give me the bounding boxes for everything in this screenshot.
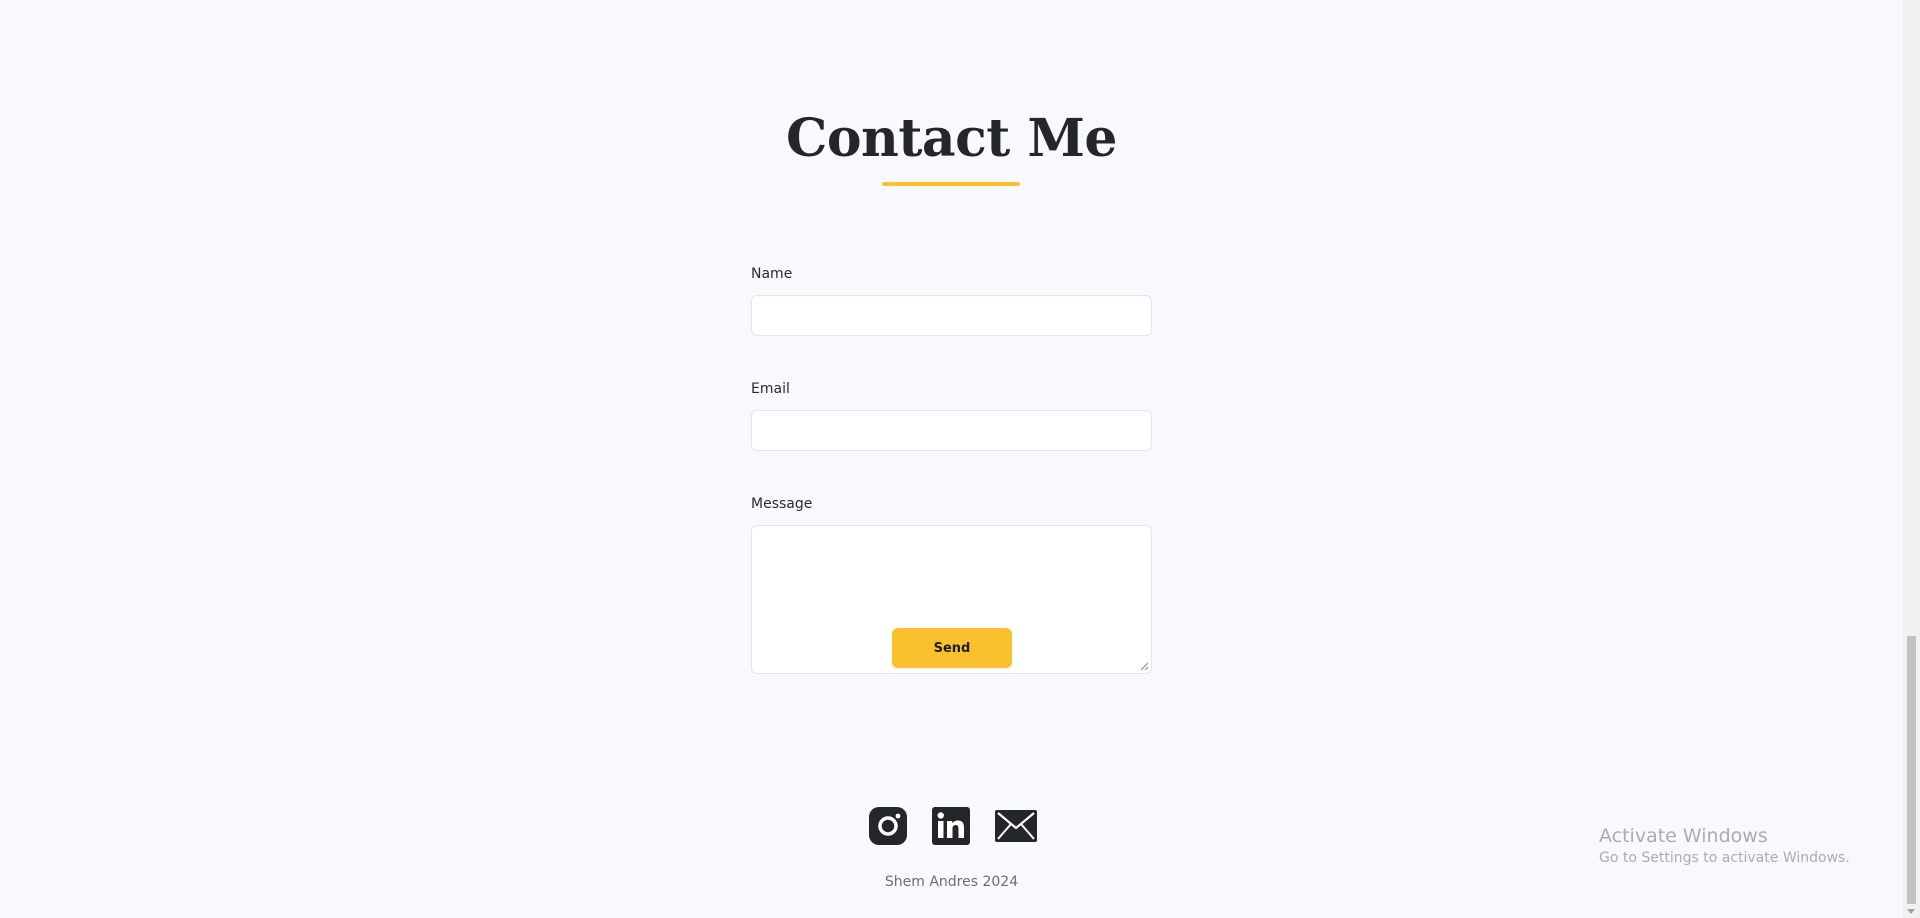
resize-grip-icon[interactable] [1139, 661, 1149, 671]
instagram-link[interactable] [868, 806, 910, 846]
email-label: Email [751, 381, 790, 397]
watermark-title: Activate Windows [1599, 825, 1768, 847]
linkedin-link[interactable] [931, 806, 973, 846]
mail-icon [995, 810, 1037, 842]
scrollbar-thumb[interactable] [1907, 636, 1916, 904]
message-label: Message [751, 496, 813, 512]
scroll-down-arrow-icon[interactable] [1907, 909, 1915, 914]
instagram-icon [869, 807, 907, 845]
name-label: Name [751, 266, 793, 282]
windows-activation-watermark: Activate Windows Go to Settings to activ… [1599, 824, 1850, 868]
email-input[interactable] [751, 410, 1152, 451]
social-links [868, 806, 1038, 846]
page-title: Contact Me [785, 108, 1118, 169]
footer-copyright: Shem Andres 2024 [884, 874, 1019, 890]
vertical-scrollbar[interactable] [1903, 0, 1920, 918]
send-button[interactable]: Send [892, 628, 1012, 668]
email-link[interactable] [994, 806, 1037, 846]
contact-form: Name Email Message [751, 264, 1152, 690]
title-underline [882, 182, 1020, 186]
contact-page: Contact Me Name Email Message Send Shem … [0, 0, 1920, 918]
name-input[interactable] [751, 295, 1152, 336]
linkedin-icon [932, 807, 970, 845]
watermark-subtitle: Go to Settings to activate Windows. [1599, 850, 1850, 866]
